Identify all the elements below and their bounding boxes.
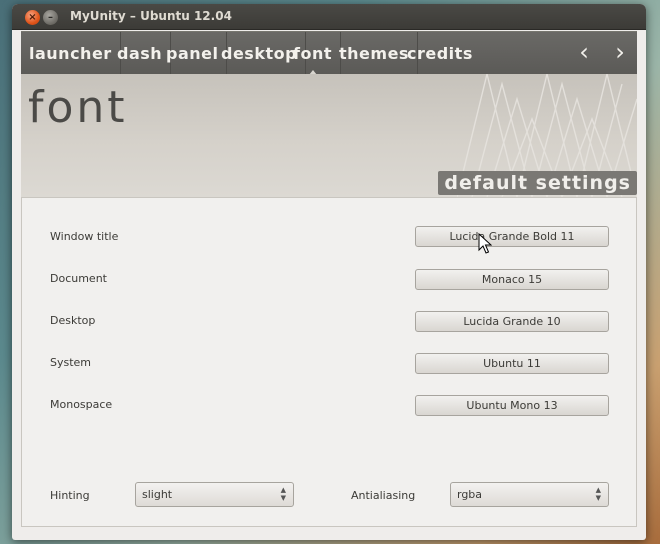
chevron-right-icon[interactable]: › — [605, 32, 635, 75]
document-label: Document — [50, 272, 107, 285]
chevron-left-icon[interactable]: ‹ — [569, 32, 599, 75]
updown-arrows-icon: ▲ ▼ — [280, 486, 286, 502]
window-title-font-button[interactable]: Lucida Grande Bold 11 — [415, 226, 609, 247]
antialiasing-value: rgba — [457, 488, 483, 501]
system-font-button[interactable]: Ubuntu 11 — [415, 353, 609, 374]
antialiasing-select[interactable]: rgba ▲ ▼ — [450, 482, 609, 507]
settings-panel: Window title Lucida Grande Bold 11 Docum… — [21, 197, 637, 527]
window-title-label: Window title — [50, 230, 119, 243]
nav-bar: launcher dash panel desktop font themes … — [21, 31, 637, 75]
desktop-font-button[interactable]: Lucida Grande 10 — [415, 311, 609, 332]
tab-credits[interactable]: credits — [399, 32, 481, 75]
hinting-select[interactable]: slight ▲ ▼ — [135, 482, 294, 507]
system-label: System — [50, 356, 92, 369]
desktop-label: Desktop — [50, 314, 96, 327]
minimize-window-button[interactable]: – — [43, 10, 58, 25]
updown-arrows-icon: ▲ ▼ — [595, 486, 601, 502]
antialiasing-label: Antialiasing — [351, 489, 416, 502]
page-header: font default settings — [21, 74, 637, 197]
monospace-font-button[interactable]: Ubuntu Mono 13 — [415, 395, 609, 416]
document-font-button[interactable]: Monaco 15 — [415, 269, 609, 290]
app-window: × – MyUnity – Ubuntu 12.04 launcher dash… — [12, 4, 646, 540]
monospace-label: Monospace — [50, 398, 113, 411]
titlebar: × – MyUnity – Ubuntu 12.04 — [12, 4, 646, 30]
default-settings-button[interactable]: default settings — [438, 171, 637, 195]
close-window-button[interactable]: × — [25, 10, 40, 25]
window-title: MyUnity – Ubuntu 12.04 — [70, 9, 232, 23]
tab-launcher[interactable]: launcher — [21, 32, 121, 75]
hinting-value: slight — [142, 488, 173, 501]
mouse-pointer-icon — [478, 233, 492, 254]
page-title: font — [28, 82, 128, 133]
hinting-label: Hinting — [50, 489, 90, 502]
